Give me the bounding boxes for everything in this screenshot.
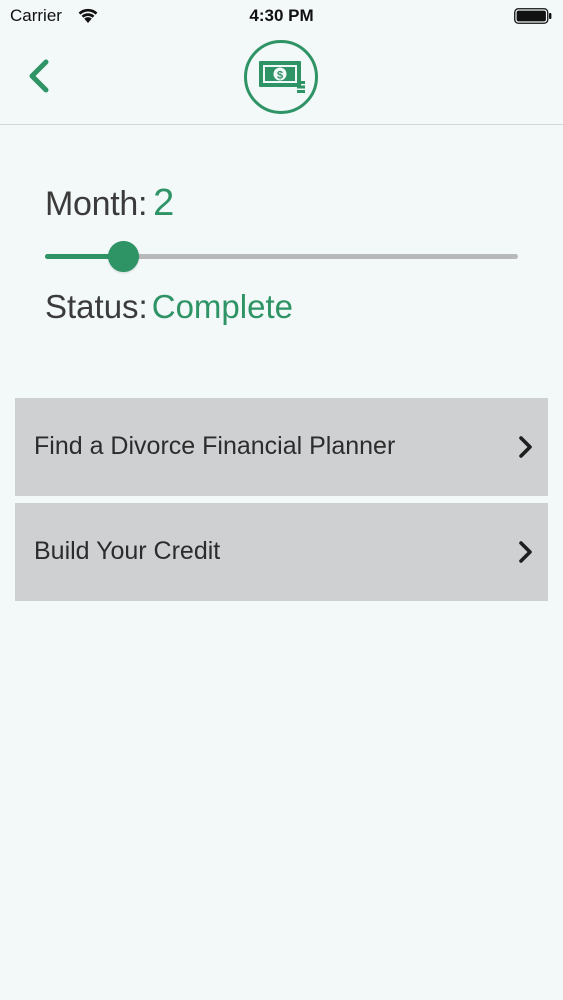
status-value: Complete [151, 288, 293, 325]
slider-thumb[interactable] [107, 241, 139, 272]
status-label: Status: [45, 288, 148, 325]
svg-text:$: $ [277, 70, 283, 82]
month-value: 2 [153, 182, 174, 224]
back-button[interactable] [22, 54, 58, 98]
status-bar: Carrier 4:30 PM [0, 0, 563, 32]
month-display: Month: 2 [45, 182, 174, 226]
list-item-label: Find a Divorce Financial Planner [34, 432, 396, 460]
resource-list: Find a Divorce Financial Planner Build Y… [15, 398, 548, 608]
list-item-label: Build Your Credit [34, 537, 221, 565]
chevron-right-icon [519, 436, 532, 458]
app-logo: $ [244, 40, 318, 114]
month-label: Month: [45, 185, 148, 223]
list-item-build-credit[interactable]: Build Your Credit [15, 503, 548, 601]
nav-bar: $ [0, 32, 563, 125]
month-slider[interactable] [45, 240, 518, 274]
chevron-right-icon [519, 541, 532, 563]
status-time: 4:30 PM [249, 6, 314, 25]
battery-icon [514, 8, 552, 24]
cash-icon: $ [259, 61, 305, 93]
screen: Carrier 4:30 PM $ Month: 2 Status: Compl… [0, 0, 563, 1000]
status-display: Status: Complete [45, 288, 293, 332]
chevron-left-icon [29, 59, 49, 93]
list-item-find-planner[interactable]: Find a Divorce Financial Planner [15, 398, 548, 496]
